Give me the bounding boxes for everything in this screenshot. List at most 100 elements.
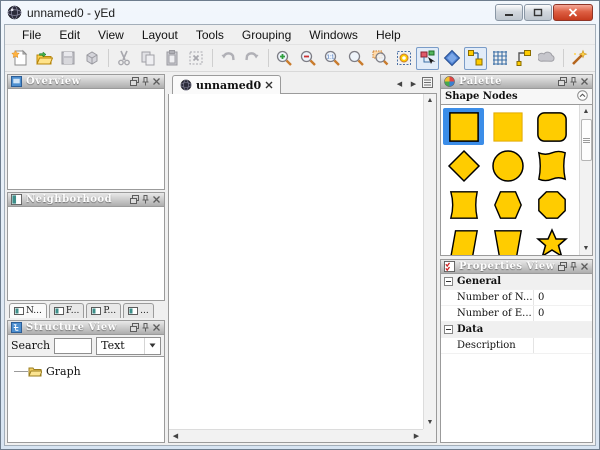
cut-button[interactable] xyxy=(113,47,136,70)
scroll-up-icon[interactable]: ▲ xyxy=(425,95,436,106)
scroll-up-icon[interactable]: ▲ xyxy=(581,106,592,117)
edit-mode-button[interactable] xyxy=(416,47,439,70)
shape-ellipse[interactable] xyxy=(487,147,528,184)
scroll-left-icon[interactable]: ◀ xyxy=(170,431,181,442)
menu-help[interactable]: Help xyxy=(367,26,410,44)
menu-file[interactable]: File xyxy=(13,26,50,44)
shape-trapezoid[interactable] xyxy=(487,225,528,256)
fit-selection-button[interactable] xyxy=(392,47,415,70)
collapse-section-icon[interactable] xyxy=(577,88,588,106)
property-group-data[interactable]: Data xyxy=(441,322,592,338)
tab-neighborhood[interactable]: N... xyxy=(9,303,47,318)
shape-hexagon[interactable] xyxy=(487,186,528,223)
save-button[interactable] xyxy=(57,47,80,70)
tab-list-icon[interactable] xyxy=(422,75,433,93)
menu-grouping[interactable]: Grouping xyxy=(233,26,300,44)
overview-tool-button[interactable] xyxy=(536,47,559,70)
new-document-button[interactable] xyxy=(9,47,32,70)
pin-icon[interactable] xyxy=(569,262,578,271)
shape-round-rectangle[interactable] xyxy=(531,108,572,145)
float-icon[interactable] xyxy=(130,195,139,204)
shape-plain-rectangle[interactable] xyxy=(487,108,528,145)
menu-windows[interactable]: Windows xyxy=(300,26,367,44)
shape-concave-rectangle[interactable] xyxy=(443,186,484,223)
zoom-area-button[interactable] xyxy=(368,47,391,70)
maximize-button[interactable] xyxy=(524,4,552,21)
float-icon[interactable] xyxy=(558,262,567,271)
search-type-dropdown[interactable]: Text xyxy=(96,337,161,355)
tab-successors[interactable]: ... xyxy=(123,303,154,318)
property-row-number-of-nodes[interactable]: Number of N... 0 xyxy=(441,290,592,306)
minimize-button[interactable] xyxy=(495,4,523,21)
tree-node-graph[interactable]: Graph xyxy=(8,363,164,379)
menu-layout[interactable]: Layout xyxy=(133,26,187,44)
copy-button[interactable] xyxy=(137,47,160,70)
vertical-scrollbar[interactable]: ▲ ▼ xyxy=(423,94,436,429)
grid-button[interactable] xyxy=(488,47,511,70)
tab-predecessors[interactable]: P... xyxy=(86,303,121,318)
graph-canvas[interactable] xyxy=(169,94,423,429)
paste-button[interactable] xyxy=(161,47,184,70)
scroll-tabs-left-icon[interactable]: ◀ xyxy=(394,79,405,90)
zoom-in-button[interactable] xyxy=(273,47,296,70)
close-icon[interactable] xyxy=(152,77,161,86)
menu-tools[interactable]: Tools xyxy=(187,26,233,44)
property-group-general[interactable]: General xyxy=(441,274,592,290)
scroll-right-icon[interactable]: ▶ xyxy=(411,431,422,442)
redo-button[interactable] xyxy=(241,47,264,70)
shape-parallelogram[interactable] xyxy=(443,225,484,256)
property-value[interactable]: 0 xyxy=(533,290,592,305)
overview-canvas[interactable] xyxy=(7,89,165,190)
pin-icon[interactable] xyxy=(141,77,150,86)
horizontal-scrollbar[interactable]: ◀ ▶ xyxy=(169,429,423,442)
tab-folder-contents[interactable]: F... xyxy=(49,303,84,318)
close-icon[interactable] xyxy=(580,262,589,271)
fit-content-button[interactable] xyxy=(344,47,367,70)
scrollbar-thumb[interactable] xyxy=(581,119,592,161)
close-icon[interactable] xyxy=(152,195,161,204)
tab-close-icon[interactable] xyxy=(265,76,273,94)
menu-view[interactable]: View xyxy=(89,26,133,44)
property-row-number-of-edges[interactable]: Number of E... 0 xyxy=(441,306,592,322)
structure-view-title-bar[interactable]: Structure View xyxy=(7,320,165,335)
shape-star[interactable] xyxy=(531,225,572,256)
close-icon[interactable] xyxy=(580,77,589,86)
shape-rectangle[interactable] xyxy=(443,108,484,145)
pin-icon[interactable] xyxy=(569,77,578,86)
export-button[interactable] xyxy=(81,47,104,70)
shape-diamond[interactable] xyxy=(443,147,484,184)
document-tab-unnamed0[interactable]: unnamed0 xyxy=(172,75,281,94)
float-icon[interactable] xyxy=(130,77,139,86)
palette-title-bar[interactable]: Palette xyxy=(440,74,593,89)
layout-wizard-button[interactable] xyxy=(568,47,591,70)
property-value[interactable]: 0 xyxy=(533,306,592,321)
menu-edit[interactable]: Edit xyxy=(50,26,89,44)
scroll-down-icon[interactable]: ▼ xyxy=(581,243,592,254)
palette-scrollbar[interactable]: ▲ ▼ xyxy=(579,105,592,255)
collapse-group-icon[interactable] xyxy=(441,277,455,286)
collapse-group-icon[interactable] xyxy=(441,325,455,334)
neighborhood-canvas[interactable] xyxy=(7,207,165,301)
float-icon[interactable] xyxy=(130,323,139,332)
properties-title-bar[interactable]: Properties View xyxy=(440,259,593,274)
neighborhood-title-bar[interactable]: Neighborhood xyxy=(7,192,165,207)
undo-button[interactable] xyxy=(217,47,240,70)
property-row-description[interactable]: Description xyxy=(441,338,592,354)
float-icon[interactable] xyxy=(558,77,567,86)
close-button[interactable] xyxy=(553,4,593,21)
delete-button[interactable] xyxy=(185,47,208,70)
snapping-button[interactable] xyxy=(464,47,487,70)
navigate-mode-button[interactable] xyxy=(440,47,463,70)
pin-icon[interactable] xyxy=(141,323,150,332)
shape-octagon[interactable] xyxy=(531,186,572,223)
zoom-out-button[interactable] xyxy=(296,47,319,70)
scroll-tabs-right-icon[interactable]: ▶ xyxy=(408,79,419,90)
overview-title-bar[interactable]: Overview xyxy=(7,74,165,89)
shape-nodes-section-header[interactable]: Shape Nodes xyxy=(440,89,593,105)
search-input[interactable] xyxy=(54,338,92,354)
property-value[interactable] xyxy=(533,338,592,353)
zoom-original-button[interactable]: 1:1 xyxy=(320,47,343,70)
scroll-down-icon[interactable]: ▼ xyxy=(425,417,436,428)
close-icon[interactable] xyxy=(152,323,161,332)
pin-icon[interactable] xyxy=(141,195,150,204)
